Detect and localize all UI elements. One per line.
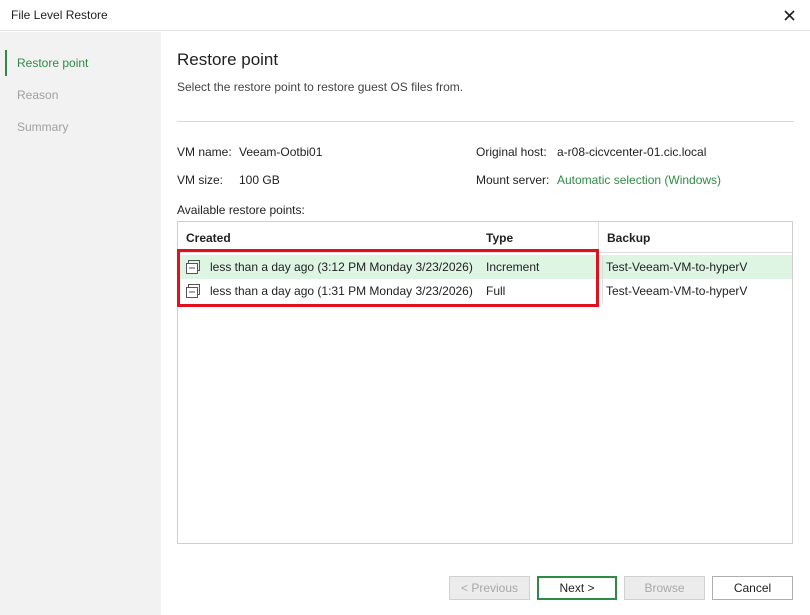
vm-size-label: VM size:: [177, 173, 224, 187]
divider: [177, 121, 794, 122]
created-text: less than a day ago (1:31 PM Monday 3/23…: [210, 284, 473, 298]
close-icon: [783, 9, 795, 21]
created-text: less than a day ago (3:12 PM Monday 3/23…: [210, 260, 473, 274]
vm-name-field: VM name: Veeam-Ootbi01: [177, 145, 322, 159]
wizard-sidebar: Restore point Reason Summary: [0, 32, 161, 615]
cell-type: Full: [486, 284, 506, 298]
next-button[interactable]: Next >: [537, 576, 617, 600]
table-header: Created Type Backup: [178, 222, 792, 253]
page-title: Restore point: [177, 50, 279, 69]
vm-name-value: Veeam-Ootbi01: [239, 145, 323, 159]
page-subtitle: Select the restore point to restore gues…: [177, 80, 464, 94]
column-header-backup[interactable]: Backup: [598, 222, 792, 253]
cell-backup: Test-Veeam-VM-to-hyperV: [606, 260, 748, 274]
previous-button[interactable]: < Previous: [449, 576, 530, 600]
cell-type: Increment: [486, 260, 540, 274]
mount-server-label: Mount server:: [476, 173, 550, 187]
close-button[interactable]: [778, 4, 800, 26]
table-row[interactable]: less than a day ago (3:12 PM Monday 3/23…: [178, 255, 792, 279]
original-host-label: Original host:: [476, 145, 547, 159]
table-row[interactable]: less than a day ago (1:31 PM Monday 3/23…: [178, 279, 792, 303]
vm-size-value: 100 GB: [239, 173, 280, 187]
original-host-field: Original host: a-r08-cicvcenter-01.cic.l…: [476, 145, 706, 159]
mount-server-field: Mount server: Automatic selection (Windo…: [476, 173, 721, 187]
mount-server-link[interactable]: Automatic selection (Windows): [557, 173, 721, 187]
sidebar-item-summary[interactable]: Summary: [5, 114, 161, 140]
cancel-button[interactable]: Cancel: [712, 576, 793, 600]
column-header-type[interactable]: Type: [478, 222, 598, 253]
title-bar: File Level Restore: [0, 0, 810, 31]
sidebar-item-restore-point[interactable]: Restore point: [5, 50, 161, 76]
restore-points-label: Available restore points:: [177, 203, 305, 217]
wizard-content: Restore point Select the restore point t…: [161, 32, 810, 615]
original-host-value: a-r08-cicvcenter-01.cic.local: [557, 145, 707, 159]
column-separator: [602, 279, 603, 303]
column-separator: [602, 255, 603, 279]
window-title: File Level Restore: [11, 8, 108, 22]
restore-points-table[interactable]: Created Type Backup less than a day ago …: [177, 221, 793, 544]
sidebar-item-reason[interactable]: Reason: [5, 82, 161, 108]
vm-size-field: VM size: 100 GB: [177, 173, 280, 187]
cell-created: less than a day ago (3:12 PM Monday 3/23…: [185, 255, 478, 279]
column-header-created[interactable]: Created: [178, 222, 478, 253]
browse-button[interactable]: Browse: [624, 576, 705, 600]
cell-created: less than a day ago (1:31 PM Monday 3/23…: [185, 279, 478, 303]
restore-point-icon: [186, 260, 200, 274]
cell-backup: Test-Veeam-VM-to-hyperV: [606, 284, 748, 298]
restore-point-icon: [186, 284, 200, 298]
vm-name-label: VM name:: [177, 145, 232, 159]
